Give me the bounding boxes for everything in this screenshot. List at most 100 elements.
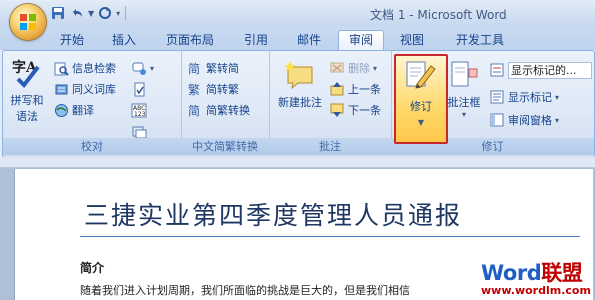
set-language-icon — [131, 81, 147, 97]
customize-qat-icon[interactable]: ▾ — [116, 9, 120, 18]
show-markup-dropdown-icon[interactable]: ▾ — [555, 93, 559, 102]
title-bar: ▼ ▾ 文档 1 - Microsoft Word — [0, 0, 595, 26]
research-label: 信息检索 — [72, 62, 116, 75]
tab-mailings[interactable]: 邮件 — [293, 31, 325, 50]
horizontal-ruler[interactable] — [0, 157, 595, 168]
word-count-button[interactable]: ABC 123 — [131, 101, 147, 119]
simplified-to-traditional-button[interactable]: 繁 简转繁 — [187, 80, 239, 98]
set-language-button[interactable] — [131, 80, 147, 98]
office-button[interactable] — [10, 4, 46, 40]
track-changes-button[interactable]: 修订 ▼ — [394, 54, 448, 144]
tab-page-layout[interactable]: 页面布局 — [162, 31, 218, 50]
spelling-label-1: 拼写和 — [10, 94, 44, 107]
tab-home[interactable]: 开始 — [56, 31, 88, 50]
show-markup-label: 显示标记 — [508, 91, 552, 104]
track-changes-icon — [406, 61, 436, 89]
window-title: 文档 1 - Microsoft Word — [370, 8, 507, 22]
simplified-to-traditional-label: 简转繁 — [206, 83, 239, 96]
document-heading[interactable]: 三捷实业第四季度管理人员通报 — [84, 196, 462, 232]
site-watermark: Word联盟 www.wordlm.com — [481, 257, 593, 297]
tab-review[interactable]: 审阅 — [338, 30, 384, 50]
reviewing-pane-icon — [489, 112, 505, 128]
reviewing-pane-dropdown-icon[interactable]: ▾ — [555, 116, 559, 125]
delete-comment-label: 删除 — [348, 62, 370, 75]
watermark-cn: 联盟 — [541, 261, 583, 285]
track-changes-dropdown-icon[interactable]: ▼ — [396, 118, 446, 127]
previous-comment-icon — [329, 81, 345, 97]
delete-dropdown-icon[interactable]: ▾ — [373, 64, 377, 73]
save-icon[interactable] — [50, 5, 66, 21]
research-icon — [53, 60, 69, 76]
document-body-text[interactable]: 随着我们进入计划周期，我们所面临的挑战是巨大的，但是我们相信 — [80, 282, 500, 298]
spelling-check-icon: 字A — [12, 59, 40, 89]
thesaurus-button[interactable]: 同义词库 — [53, 80, 116, 98]
delete-comment-icon — [329, 60, 345, 76]
next-comment-label: 下一条 — [348, 104, 381, 117]
group-comments: 新建批注 删除 ▾ 上一条 下一条 批注 — [269, 51, 392, 155]
translation-tooltip-icon — [131, 60, 147, 76]
tab-insert[interactable]: 插入 — [108, 31, 140, 50]
quick-access-toolbar: ▼ ▾ — [50, 5, 128, 21]
ribbon: 字A 拼写和 语法 信息检索 同义词库 翻译 ▾ ABC 123 校对 简 繁转… — [2, 50, 595, 158]
translation-tooltip-dropdown-icon[interactable]: ▾ — [150, 64, 154, 73]
thesaurus-icon — [53, 81, 69, 97]
watermark-title: Word联盟 — [481, 257, 593, 287]
translation-tooltip-button[interactable]: ▾ — [131, 59, 154, 77]
tab-view[interactable]: 视图 — [396, 31, 428, 50]
tab-references[interactable]: 引用 — [240, 31, 272, 50]
compare-icon — [131, 123, 147, 139]
translate-label: 翻译 — [72, 104, 94, 117]
reviewing-pane-label: 审阅窗格 — [508, 114, 552, 127]
undo-dropdown-icon[interactable]: ▼ — [88, 9, 94, 18]
watermark-url: www.wordlm.com — [481, 284, 591, 297]
balloons-icon — [451, 61, 478, 87]
group-comments-label: 批注 — [269, 138, 391, 155]
next-comment-button[interactable]: 下一条 — [329, 101, 381, 119]
traditional-to-simplified-label: 繁转简 — [206, 62, 239, 75]
new-comment-button[interactable]: 新建批注 — [273, 59, 327, 110]
chinese-conversion-button[interactable]: 简 简繁转换 — [187, 101, 250, 119]
new-comment-label: 新建批注 — [278, 96, 322, 109]
show-markup-button[interactable]: 显示标记 ▾ — [489, 88, 559, 106]
show-markup-icon — [489, 89, 505, 105]
tab-developer[interactable]: 开发工具 — [450, 31, 510, 50]
traditional-simplified-icon: 简 — [187, 60, 203, 76]
display-for-review-value[interactable]: 显示标记的... — [508, 61, 592, 79]
watermark-word: Word — [481, 261, 542, 285]
previous-comment-label: 上一条 — [348, 83, 381, 96]
chinese-conversion-icon: 简 — [187, 102, 203, 118]
heading-rule — [80, 236, 580, 237]
group-proofing-label: 校对 — [3, 138, 181, 155]
new-comment-icon — [284, 61, 313, 90]
group-proofing: 字A 拼写和 语法 信息检索 同义词库 翻译 ▾ ABC 123 校对 — [3, 51, 182, 155]
research-button[interactable]: 信息检索 — [53, 59, 116, 77]
next-comment-icon — [329, 102, 345, 118]
simplified-traditional-icon: 繁 — [187, 81, 203, 97]
word-count-icon: ABC 123 — [131, 102, 147, 118]
delete-comment-button[interactable]: 删除 ▾ — [329, 59, 377, 77]
display-for-review-icon — [489, 62, 505, 78]
translate-button[interactable]: 翻译 — [53, 101, 94, 119]
reviewing-pane-button[interactable]: 审阅窗格 ▾ — [489, 111, 559, 129]
balloons-label: 批注框 — [447, 96, 481, 109]
group-chinese-conversion: 简 繁转简 繁 简转繁 简 简繁转换 中文简繁转换 — [181, 51, 270, 155]
previous-comment-button[interactable]: 上一条 — [329, 80, 381, 98]
thesaurus-label: 同义词库 — [72, 83, 116, 96]
spelling-label-2: 语法 — [16, 110, 38, 123]
spelling-grammar-button[interactable]: 字A 拼写和 语法 — [7, 57, 47, 124]
chinese-conversion-label: 简繁转换 — [206, 104, 250, 117]
display-for-review-dropdown[interactable]: 显示标记的... ▼ — [489, 61, 595, 79]
group-chinese-conversion-label: 中文简繁转换 — [181, 138, 269, 155]
traditional-to-simplified-button[interactable]: 简 繁转简 — [187, 59, 239, 77]
document-subheading[interactable]: 简介 — [80, 259, 104, 276]
ribbon-tabs: 开始 插入 页面布局 引用 邮件 审阅 视图 开发工具 — [0, 26, 595, 50]
track-changes-label: 修订 — [410, 100, 432, 113]
qat-separator — [125, 6, 127, 20]
translate-icon — [53, 102, 69, 118]
svg-text:简: 简 — [188, 62, 200, 75]
svg-text:繁: 繁 — [188, 82, 200, 96]
svg-text:简: 简 — [188, 104, 200, 117]
undo-icon[interactable] — [69, 5, 85, 21]
redo-icon[interactable] — [97, 5, 113, 21]
office-logo-icon — [20, 14, 36, 30]
